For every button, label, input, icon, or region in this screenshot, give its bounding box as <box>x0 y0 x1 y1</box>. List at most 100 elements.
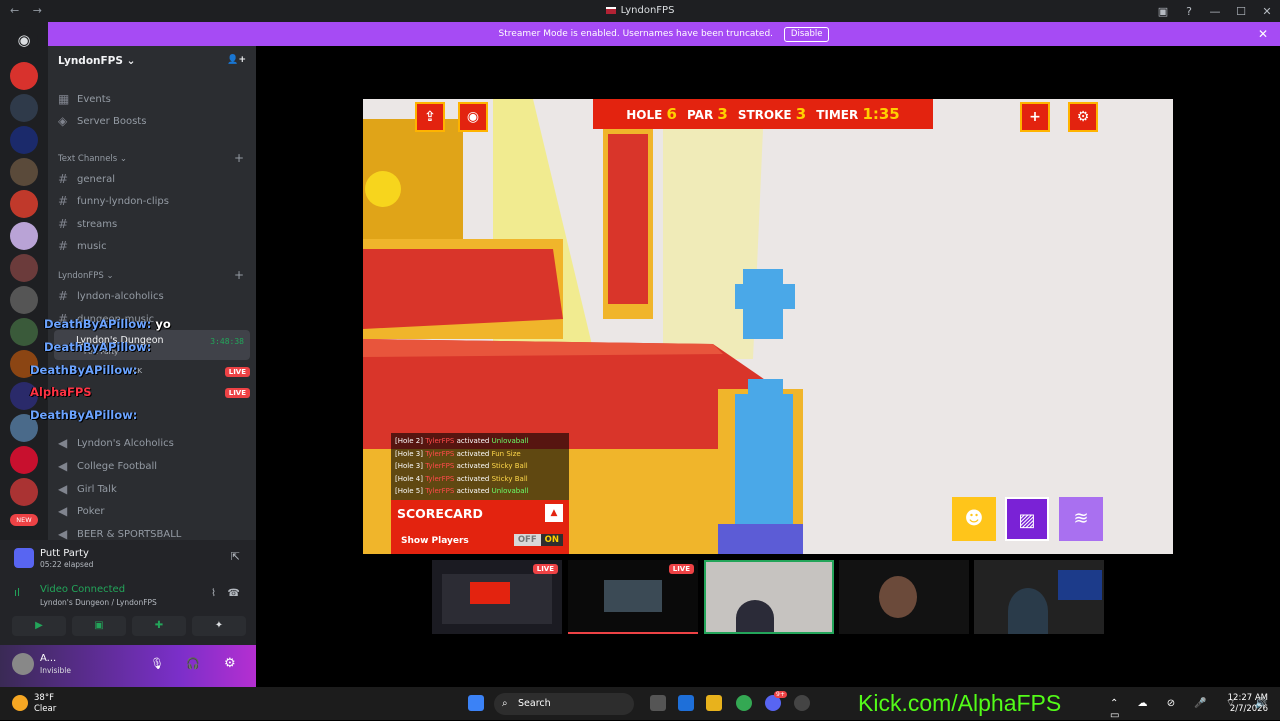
task-view-icon[interactable] <box>650 695 666 711</box>
server-icon[interactable] <box>10 190 38 218</box>
feed-verb: activated <box>456 462 490 470</box>
hud-par-value: 3 <box>717 105 728 123</box>
server-icon[interactable] <box>10 126 38 154</box>
voice-college-football[interactable]: ◀ College Football <box>58 459 157 473</box>
camera-button[interactable]: ▶ <box>12 616 66 636</box>
gear-icon[interactable]: ⚙ <box>224 656 236 671</box>
leaderboard-icon[interactable]: ⇪ <box>415 102 445 132</box>
avatar[interactable] <box>12 653 34 675</box>
camera-tile[interactable]: LIVE <box>568 560 698 634</box>
feed-power: Fun Size <box>491 449 521 458</box>
help-icon[interactable]: ? <box>1176 5 1202 18</box>
user-name: A... <box>40 653 57 664</box>
toggle-on[interactable]: ON <box>540 534 563 546</box>
add-member-icon[interactable]: 👤+ <box>227 55 246 69</box>
server-icon[interactable] <box>10 286 38 314</box>
gear-icon[interactable]: ⚙ <box>1068 102 1098 132</box>
channel-streams[interactable]: # streams <box>58 217 117 231</box>
app-icon[interactable] <box>794 695 810 711</box>
channel-general[interactable]: # general <box>58 172 115 186</box>
toggle-off[interactable]: OFF <box>513 534 541 546</box>
channel-events[interactable]: ▦ Events <box>58 92 111 106</box>
chevron-up-icon[interactable]: ▲ <box>545 504 563 522</box>
activity-button[interactable]: ✚ <box>132 616 186 636</box>
spectate-icon[interactable]: ◉ <box>458 102 488 132</box>
clock-date: 2/7/2026 <box>1229 704 1268 714</box>
voice-status: Video Connected <box>40 584 126 595</box>
file-explorer-icon[interactable] <box>706 695 722 711</box>
maximize-button[interactable]: ☐ <box>1228 5 1254 18</box>
activity-feed: [Hole 2] TylerFPS activated Unlovaball [… <box>391 433 569 500</box>
channel-label: BEER & SPORTSBALL <box>77 528 182 540</box>
hud-par: PAR 3 <box>687 105 728 123</box>
minimize-button[interactable]: — <box>1202 5 1228 18</box>
close-button[interactable]: ✕ <box>1254 5 1280 18</box>
taskbar-search[interactable]: ⌕ Search <box>494 693 634 715</box>
disable-button[interactable]: Disable <box>783 27 830 42</box>
scorecard-panel[interactable]: SCORECARD ▲ Show Players OFF ON <box>391 500 569 554</box>
new-badge: NEW <box>10 514 38 526</box>
powerup-barrier-icon[interactable]: ▨ <box>1005 497 1049 541</box>
server-icon[interactable] <box>10 222 38 250</box>
voice-poker[interactable]: ◀ Poker <box>58 504 105 518</box>
discord-home-icon[interactable]: ◉ <box>10 26 38 54</box>
disconnect-icon[interactable]: ☎ <box>228 588 240 599</box>
channel-label: general <box>77 173 116 185</box>
channel-funny-lyndon-clips[interactable]: # funny-lyndon-clips <box>58 194 169 208</box>
feed-player: TylerFPS <box>425 487 455 495</box>
banner-close-icon[interactable]: ✕ <box>1258 22 1268 46</box>
channel-lyndon-alcoholics[interactable]: # lyndon-alcoholics <box>58 289 164 303</box>
soundboard-button[interactable]: ✦ <box>192 616 246 636</box>
category-text-channels[interactable]: Text Channels ⌄ <box>58 154 127 164</box>
server-icon[interactable] <box>10 478 38 506</box>
headphones-icon[interactable]: 🎧 <box>186 657 200 670</box>
microphone-icon[interactable]: 🎙 <box>150 657 164 670</box>
chevron-down-icon: ⌄ <box>106 271 114 281</box>
channel-server-boosts[interactable]: ◈ Server Boosts <box>58 114 146 128</box>
channel-label: College Football <box>77 460 158 472</box>
voice-lyndons-alcoholics[interactable]: ◀ Lyndon's Alcoholics <box>58 436 174 450</box>
hash-icon: # <box>58 194 69 208</box>
channel-music[interactable]: # music <box>58 239 107 253</box>
server-icon[interactable] <box>10 94 38 122</box>
channel-label: Server Boosts <box>77 115 147 127</box>
game-view[interactable]: ⇪ ◉ HOLE 6 PAR 3 STROKE 3 TIMER 1:35 + ⚙… <box>363 99 1173 554</box>
powerup-wind-icon[interactable]: ≋ <box>1059 497 1103 541</box>
server-icon[interactable] <box>10 158 38 186</box>
guild-header[interactable]: LyndonFPS ⌄ 👤+ <box>48 46 256 78</box>
speaker-icon: ◀ <box>58 504 68 518</box>
leave-activity-icon[interactable]: ⇱ <box>231 550 240 563</box>
camera-tile[interactable] <box>974 560 1104 634</box>
windows-start-icon[interactable] <box>468 695 484 711</box>
show-players-toggle[interactable]: OFF ON <box>513 534 563 546</box>
screen-share-button[interactable]: ▣ <box>72 616 126 636</box>
invite-player-icon[interactable]: + <box>1020 102 1050 132</box>
add-channel-icon[interactable]: + <box>234 151 244 165</box>
category-lyndonfps[interactable]: LyndonFPS ⌄ <box>58 271 114 281</box>
camera-tile[interactable]: LIVE <box>432 560 562 634</box>
chrome-icon[interactable] <box>736 695 752 711</box>
feed-verb: activated <box>456 474 490 483</box>
channel-label: funny-lyndon-clips <box>77 195 169 207</box>
voice-beer-sportsball[interactable]: ◀ BEER & SPORTSBALL <box>58 527 181 541</box>
powerup-slime-icon[interactable]: ☻ <box>952 497 996 541</box>
server-icon[interactable] <box>10 318 38 346</box>
server-icon[interactable] <box>10 62 38 90</box>
chat-overlay-line: DeathByAPillow: <box>44 340 151 354</box>
weather-widget[interactable]: 38°F Clear <box>34 693 56 715</box>
boost-icon: ◈ <box>58 114 68 128</box>
flag-icon <box>605 6 616 14</box>
channel-label: Poker <box>77 505 105 517</box>
server-icon[interactable] <box>10 254 38 282</box>
store-icon[interactable] <box>678 695 694 711</box>
server-icon[interactable] <box>10 446 38 474</box>
scorecard-title: SCORECARD <box>397 506 483 521</box>
voice-girl-talk[interactable]: ◀ Girl Talk <box>58 482 117 496</box>
camera-tile-active[interactable] <box>704 560 834 634</box>
inbox-icon[interactable]: ▣ <box>1150 5 1176 18</box>
noise-suppression-icon[interactable]: ⌇ <box>211 588 216 599</box>
add-channel-icon[interactable]: + <box>234 268 244 282</box>
weather-icon[interactable] <box>12 695 28 711</box>
clock[interactable]: 12:27 AM 2/7/2026 <box>1228 693 1268 715</box>
camera-tile[interactable] <box>839 560 969 634</box>
